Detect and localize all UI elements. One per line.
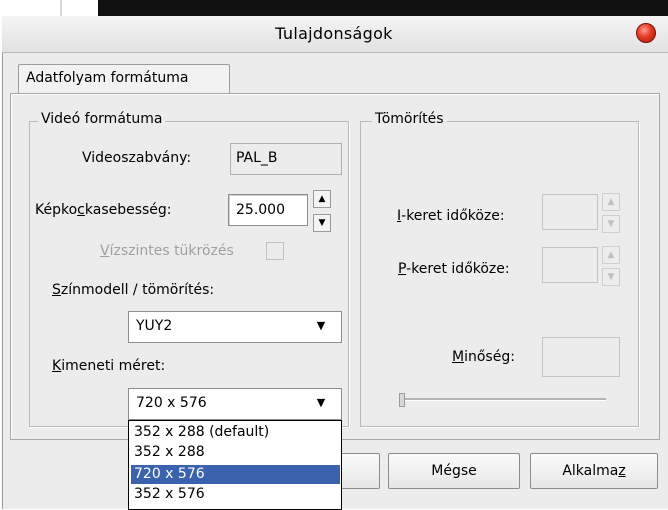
iframe-interval-label: I-keret időköze: xyxy=(397,208,505,224)
list-item[interactable]: 352 x 288 (default) xyxy=(131,423,340,442)
iframe-down-button[interactable]: ▼ xyxy=(602,215,620,233)
quality-input[interactable] xyxy=(542,337,620,377)
iframe-interval-input[interactable] xyxy=(542,194,598,230)
pframe-up-button[interactable]: ▲ xyxy=(602,246,620,264)
video-format-group-title: Videó formátuma xyxy=(38,111,166,127)
video-standard-value: PAL_B xyxy=(236,150,278,166)
output-size-label: Kimeneti méret: xyxy=(52,358,166,374)
framerate-value: 25.000 xyxy=(236,202,285,218)
close-icon[interactable] xyxy=(636,23,656,43)
iframe-up-button[interactable]: ▲ xyxy=(602,193,620,211)
quality-label: Minőség: xyxy=(452,349,515,365)
pframe-down-button[interactable]: ▼ xyxy=(602,268,620,286)
dialog-title: Tulajdonságok xyxy=(275,24,393,43)
pframe-interval-label: P-keret időköze: xyxy=(398,261,510,277)
chevron-down-icon[interactable]: ▼ xyxy=(310,392,332,414)
mirror-label: Vízszintes tükrözés xyxy=(100,243,234,259)
compression-group-title: Tömörítés xyxy=(372,111,447,127)
framerate-down-button[interactable]: ▼ xyxy=(313,214,331,232)
output-size-value: 720 x 576 xyxy=(136,395,207,411)
quality-slider-thumb[interactable] xyxy=(399,393,405,407)
apply-button[interactable]: Alkalmaz xyxy=(530,453,658,489)
colormodel-value: YUY2 xyxy=(136,318,173,334)
pframe-interval-input[interactable] xyxy=(542,247,598,283)
mirror-checkbox[interactable] xyxy=(266,242,284,260)
cancel-button[interactable]: Mégse xyxy=(388,453,520,489)
output-size-dropdown-list: 352 x 288 (default) 352 x 288 720 x 576 … xyxy=(128,420,342,510)
colormodel-label: Színmodell / tömörítés: xyxy=(52,282,215,298)
list-item[interactable]: 352 x 576 xyxy=(131,485,340,504)
video-standard-label: Videoszabvány: xyxy=(82,150,192,166)
chevron-down-icon[interactable]: ▼ xyxy=(310,315,332,337)
list-item-selected[interactable]: 720 x 576 xyxy=(131,465,340,484)
list-item[interactable]: 352 x 288 xyxy=(131,443,340,462)
framerate-up-button[interactable]: ▲ xyxy=(313,190,331,208)
tab-label: Adatfolyam formátuma xyxy=(26,70,189,86)
quality-slider-track[interactable] xyxy=(400,398,606,401)
framerate-label: Képkockasebesség: xyxy=(35,202,172,218)
